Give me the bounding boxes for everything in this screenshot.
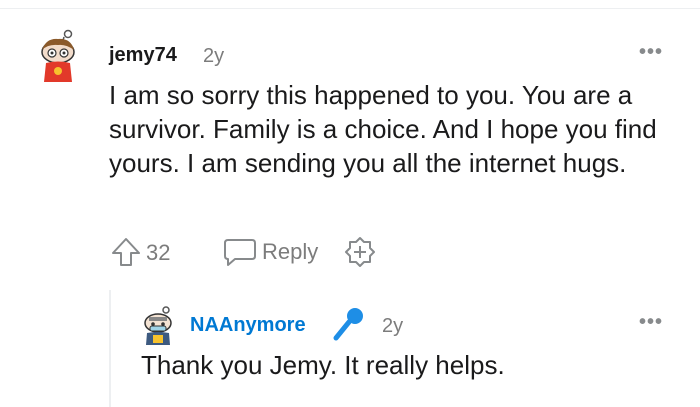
- reply-body: Thank you Jemy. It really helps.: [141, 350, 505, 380]
- more-options-icon[interactable]: •••: [639, 311, 663, 334]
- reply-button[interactable]: Reply: [262, 239, 318, 265]
- microphone-flair-icon: [332, 306, 366, 342]
- vote-count: 32: [146, 240, 171, 265]
- reply-avatar[interactable]: [140, 306, 178, 346]
- comment-body: I am so sorry this happened to you. You …: [109, 80, 657, 178]
- top-divider: [0, 8, 700, 9]
- reply-timestamp[interactable]: 2y: [382, 315, 403, 338]
- upvote-arrow-icon[interactable]: [110, 236, 142, 268]
- reply-username[interactable]: NAAnymore: [190, 314, 306, 337]
- add-award-icon[interactable]: [344, 236, 376, 268]
- more-options-icon[interactable]: •••: [639, 41, 663, 64]
- avatar[interactable]: [36, 28, 82, 84]
- comment-username[interactable]: jemy74: [109, 44, 177, 67]
- comment-timestamp[interactable]: 2y: [203, 45, 224, 68]
- thread-line[interactable]: [109, 290, 111, 407]
- snoo-avatar-icon: [144, 306, 172, 345]
- reply-bubble-icon[interactable]: [222, 236, 258, 268]
- snoo-avatar-icon: [41, 29, 75, 82]
